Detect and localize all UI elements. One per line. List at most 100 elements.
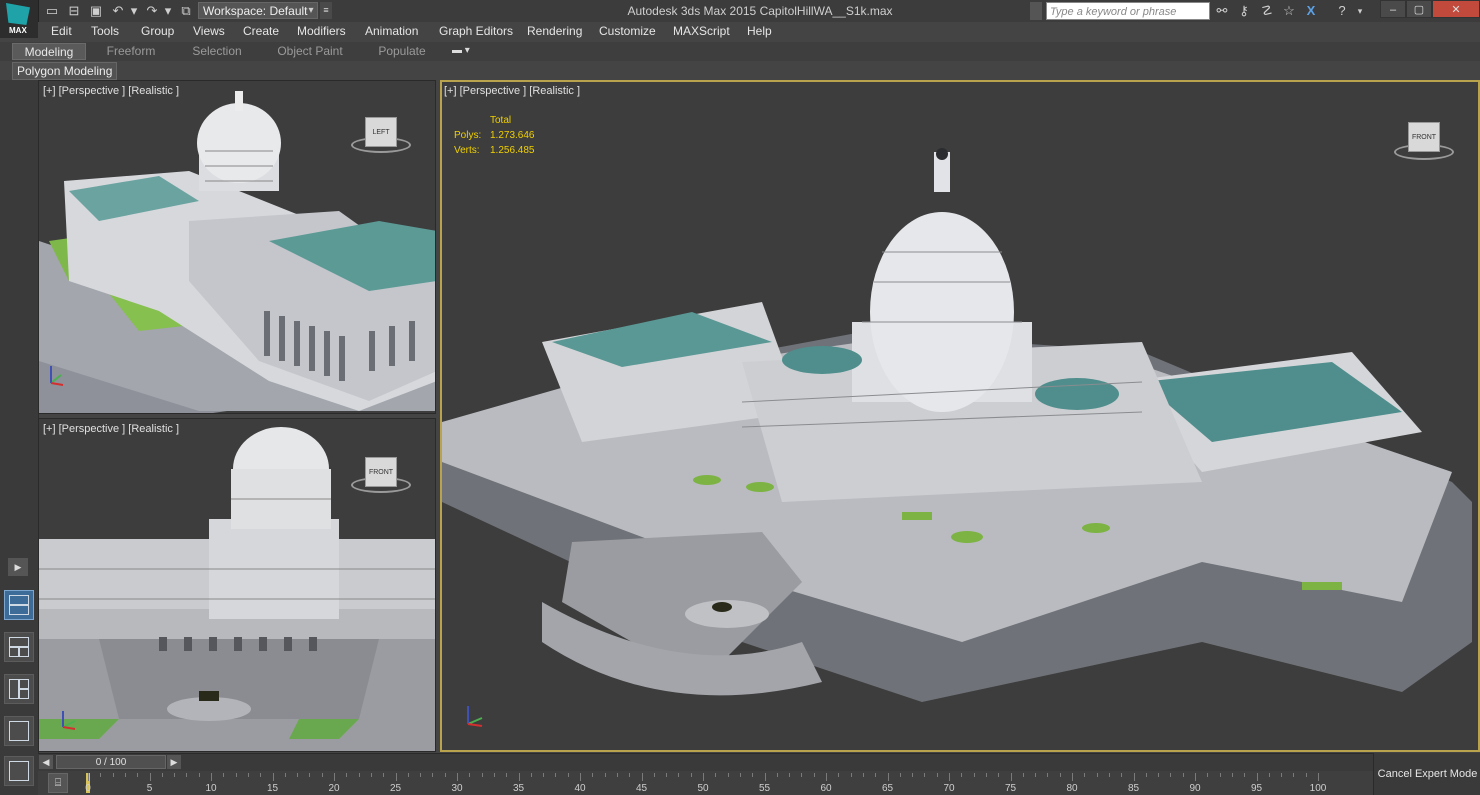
timeline-tick: [518, 773, 520, 781]
verts-value: 1.256.485: [490, 145, 535, 156]
timeline-tick-label: 15: [266, 783, 279, 794]
menu-maxscript[interactable]: MAXScript: [673, 24, 730, 38]
timeline-tick-label: 35: [512, 783, 525, 794]
viewport-top-left[interactable]: [+] [Perspective ] [Realistic ] LEFT: [38, 80, 436, 414]
timeline-tick: [629, 773, 631, 777]
workspace-menu-icon[interactable]: ≡: [320, 2, 332, 19]
binoculars-icon[interactable]: ⚯: [1214, 3, 1230, 19]
help-dropdown-icon[interactable]: ▾: [1352, 3, 1368, 19]
menu-rendering[interactable]: Rendering: [527, 24, 582, 38]
timeline-tick: [1047, 773, 1049, 777]
viewport-bottom-left[interactable]: [+] [Perspective ] [Realistic ] FRONT: [38, 418, 436, 752]
viewport-main[interactable]: [+] [Perspective ] [Realistic ] Total Po…: [440, 80, 1480, 752]
timeline-tick: [383, 773, 385, 777]
timeline-tick: [567, 773, 569, 777]
menu-modifiers[interactable]: Modifiers: [297, 24, 346, 38]
chevron-right-icon[interactable]: ▶: [167, 755, 181, 769]
favorites-star-icon[interactable]: ☆: [1281, 3, 1297, 19]
viewport-label[interactable]: [+] [Perspective ] [Realistic ]: [43, 85, 179, 97]
timeline-tick: [457, 773, 458, 781]
timeline-tick-label: 70: [943, 783, 955, 794]
timeline-tick-label: 95: [1250, 783, 1263, 794]
timeline-tick: [862, 773, 864, 777]
timeline-tick: [961, 773, 963, 777]
timeline-tick: [469, 773, 471, 777]
help-icon[interactable]: ?: [1334, 3, 1350, 19]
time-slider-thumb[interactable]: 0 / 100: [56, 755, 166, 769]
menu-views[interactable]: Views: [193, 24, 225, 38]
ribbon-options-icon[interactable]: ▬ ▾: [452, 45, 474, 58]
timeline-tick: [358, 773, 360, 777]
app-menu-button[interactable]: MAX: [0, 0, 39, 38]
undo-dropdown-icon[interactable]: ▾: [126, 3, 142, 19]
maximize-button[interactable]: ▢: [1406, 0, 1432, 18]
timeline-tick-label: 5: [146, 783, 153, 794]
timeline-tick-label: 90: [1189, 783, 1201, 794]
layout-two-stack-button[interactable]: [4, 590, 34, 620]
verts-label: Verts:: [454, 145, 480, 156]
timeline-tick: [1072, 773, 1073, 781]
layout-quad-button[interactable]: [4, 756, 34, 786]
timeline-tick: [309, 773, 311, 777]
subscription-icon[interactable]: ☡: [1259, 3, 1275, 19]
key-filter-icon[interactable]: ⌸: [48, 773, 68, 793]
timeline-tick: [789, 773, 791, 777]
viewcube-icon[interactable]: FRONT: [365, 457, 397, 487]
tab-populate[interactable]: Populate: [366, 43, 438, 60]
save-file-icon[interactable]: ▣: [88, 3, 104, 19]
layout-three-button[interactable]: [4, 674, 34, 704]
menu-animation[interactable]: Animation: [365, 24, 418, 38]
cancel-expert-mode-button[interactable]: Cancel Expert Mode: [1373, 753, 1480, 795]
search-input[interactable]: Type a keyword or phrase: [1046, 2, 1210, 20]
timeline-tick: [235, 773, 237, 777]
expand-arrow-icon[interactable]: ▶: [8, 558, 28, 576]
chevron-down-icon[interactable]: ▾: [304, 2, 318, 19]
menu-graph-editors[interactable]: Graph Editors: [439, 24, 513, 38]
menu-edit[interactable]: Edit: [51, 24, 72, 38]
time-slider-track[interactable]: [38, 753, 1373, 772]
viewcube-icon[interactable]: FRONT: [1408, 122, 1440, 152]
polygon-modeling-panel[interactable]: Polygon Modeling: [12, 62, 118, 80]
minimize-button[interactable]: –: [1380, 0, 1406, 18]
timeline-tick: [592, 773, 594, 777]
project-folder-icon[interactable]: ⧉: [178, 3, 194, 19]
timeline-tick: [174, 773, 176, 777]
tab-freeform[interactable]: Freeform: [96, 43, 166, 60]
menu-tools[interactable]: Tools: [91, 24, 119, 38]
window-title: Autodesk 3ds Max 2015 CapitolHillWA__S1k…: [627, 4, 893, 18]
timeline-tick: [850, 773, 852, 777]
redo-dropdown-icon[interactable]: ▾: [160, 3, 176, 19]
workspace-dropdown[interactable]: Workspace: Default: [198, 2, 318, 19]
open-file-icon[interactable]: ⊟: [66, 3, 82, 19]
timeline-tick-label: 65: [881, 783, 894, 794]
timeline-tick-label: 45: [635, 783, 648, 794]
viewport-label[interactable]: [+] [Perspective ] [Realistic ]: [43, 423, 179, 435]
menu-group[interactable]: Group: [141, 24, 174, 38]
tab-object-paint[interactable]: Object Paint: [268, 43, 352, 60]
key-icon[interactable]: ⚷: [1236, 3, 1252, 19]
undo-icon[interactable]: ↶: [110, 3, 126, 19]
viewcube-icon[interactable]: LEFT: [365, 117, 397, 147]
tab-modeling[interactable]: Modeling: [12, 43, 86, 60]
timeline-tick: [653, 773, 655, 777]
menu-help[interactable]: Help: [747, 24, 772, 38]
layout-split-button[interactable]: [4, 632, 34, 662]
timeline-tick: [641, 773, 643, 781]
layout-single-button[interactable]: [4, 716, 34, 746]
timeline-tick-label: 85: [1127, 783, 1140, 794]
timeline-tick: [727, 773, 729, 777]
menu-create[interactable]: Create: [243, 24, 279, 38]
timeline-tick: [1133, 773, 1135, 781]
close-button[interactable]: ✕: [1432, 0, 1480, 18]
tab-selection[interactable]: Selection: [182, 43, 252, 60]
timeline-tick: [432, 773, 434, 777]
timeline-tick: [161, 773, 163, 777]
menu-customize[interactable]: Customize: [599, 24, 656, 38]
exchange-x-icon[interactable]: X: [1303, 3, 1319, 19]
timeline-tick: [924, 773, 926, 777]
redo-icon[interactable]: ↷: [144, 3, 160, 19]
chevron-left-icon[interactable]: ◀: [39, 755, 53, 769]
capitol-render-main: [442, 148, 1472, 727]
new-file-icon[interactable]: ▭: [44, 3, 60, 19]
viewport-label[interactable]: [+] [Perspective ] [Realistic ]: [444, 85, 580, 97]
